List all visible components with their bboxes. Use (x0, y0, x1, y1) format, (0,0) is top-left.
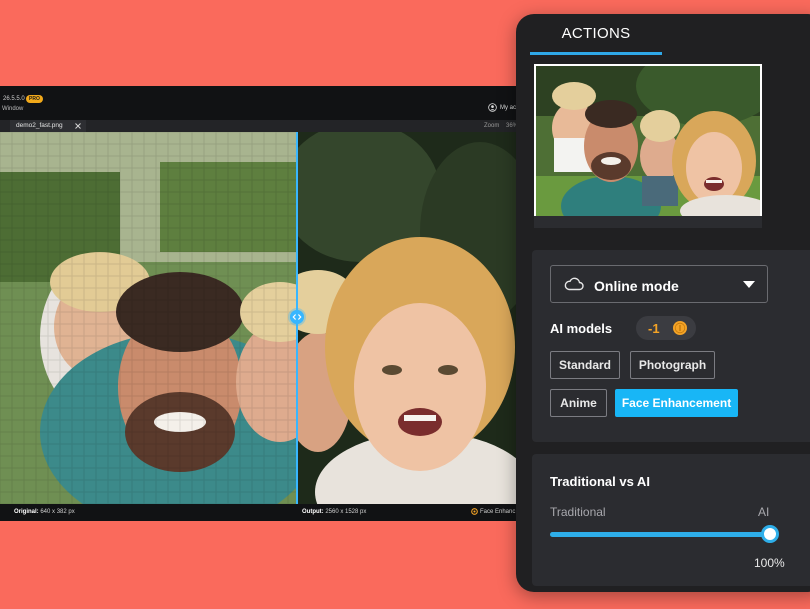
blend-slider-title: Traditional vs AI (550, 474, 650, 489)
preview-thumbnail-strip (534, 216, 762, 228)
credit-cost-value: -1 (648, 321, 660, 336)
app-window: 26.5.5.0 PRO Window My ac demo2_fast.png… (0, 86, 520, 521)
blend-slider-thumb[interactable] (761, 525, 779, 543)
close-icon[interactable] (74, 122, 82, 130)
original-label: Original: (14, 509, 39, 515)
original-size-info: Original: 640 x 382 px (14, 509, 75, 515)
actions-panel: ACTIONS Online mode AI models -1 Standar… (516, 14, 810, 592)
model-chip-face-enhancement[interactable]: Face Enhancement (615, 389, 738, 417)
mode-dropdown[interactable]: Online mode (550, 265, 768, 303)
slider-min-label: Traditional (550, 505, 606, 519)
output-size-info: Output: 2560 x 1528 px (302, 509, 366, 515)
ai-models-label: AI models (550, 321, 613, 336)
tab-active-indicator (530, 52, 662, 55)
image-compare-viewport[interactable] (0, 132, 520, 504)
preview-image (536, 66, 760, 216)
model-chip-photograph[interactable]: Photograph (630, 351, 715, 379)
file-tabbar: demo2_fast.png Zoom 36% (0, 120, 520, 132)
blend-slider-fill (550, 532, 770, 537)
output-size: 2560 x 1528 px (325, 509, 367, 515)
face-enhance-icon (471, 508, 478, 515)
coin-icon (673, 321, 687, 335)
model-chip-anime[interactable]: Anime (550, 389, 607, 417)
blend-slider-track[interactable] (550, 532, 770, 537)
blend-slider-value: 100% (754, 556, 785, 570)
account-link[interactable]: My ac (500, 105, 516, 111)
compare-handle-icon[interactable] (290, 310, 304, 324)
app-titlebar: 26.5.5.0 PRO Window My ac (0, 86, 520, 120)
credit-cost-badge: -1 (636, 316, 696, 340)
image-infobar: Original: 640 x 382 px Output: 2560 x 15… (0, 504, 520, 521)
cloud-icon (564, 277, 584, 291)
original-size: 640 x 382 px (40, 509, 75, 515)
zoom-label: Zoom (484, 123, 500, 129)
current-model-info: Face Enhanc (480, 509, 516, 515)
caret-down-icon (743, 281, 755, 288)
output-label: Output: (302, 509, 324, 515)
preview-thumbnail[interactable] (534, 64, 762, 218)
blend-slider-card: Traditional vs AI Traditional AI 100% (532, 454, 810, 586)
mode-selected-value: Online mode (594, 278, 679, 294)
app-version: 26.5.5.0 (3, 96, 25, 102)
menu-window[interactable]: Window (2, 106, 23, 112)
account-icon[interactable] (488, 103, 497, 112)
slider-max-label: AI (758, 505, 770, 519)
tab-actions[interactable]: ACTIONS (530, 14, 662, 54)
pro-badge: PRO (26, 95, 43, 103)
model-chip-standard[interactable]: Standard (550, 351, 620, 379)
mode-card: Online mode AI models -1 Standard Photog… (532, 250, 810, 442)
photo-compare-image (0, 132, 520, 504)
